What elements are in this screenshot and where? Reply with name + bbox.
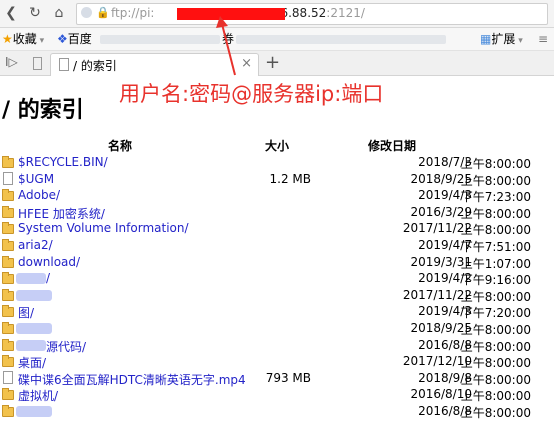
file-link[interactable]: 图/ — [18, 304, 34, 321]
table-row: 桌面/2017/12/10 上午8:00:00 — [0, 353, 554, 370]
folder-icon — [2, 322, 14, 334]
file-time: 上午8:00:00 — [460, 372, 531, 387]
file-time: 下午7:20:00 — [460, 306, 531, 321]
file-link[interactable]: $UGM — [18, 172, 54, 186]
arrow-annotation — [216, 16, 236, 76]
file-time: 上午8:00:00 — [460, 356, 531, 371]
folder-icon — [2, 305, 14, 318]
file-size: 793 MB — [265, 370, 311, 385]
file-time: 上午8:00:00 — [460, 206, 531, 221]
column-modified[interactable]: 修改日期 — [368, 137, 416, 154]
table-row: 2018/9/25 上午8:00:00 — [0, 320, 554, 337]
folder-icon — [2, 272, 14, 285]
file-link[interactable]: 虚拟机/ — [18, 387, 58, 404]
file-time: 上午8:00:00 — [460, 173, 531, 188]
table-row: /2019/4/2 下午9:16:00 — [0, 270, 554, 287]
file-link[interactable]: $RECYCLE.BIN/ — [18, 155, 108, 169]
table-row: 虚拟机/2016/8/10 上午8:00:00 — [0, 386, 554, 403]
column-name[interactable]: 名称 — [108, 137, 132, 154]
table-row: download/2019/3/31 上午1:07:00 — [0, 254, 554, 271]
table-row: System Volume Information/2017/11/22 上午8:… — [0, 220, 554, 237]
table-row: HFEE 加密系统/2016/3/29 上午8:00:00 — [0, 204, 554, 221]
file-time: 上午8:00:00 — [460, 323, 531, 337]
folder-icon — [2, 156, 14, 168]
file-time: 上午8:00:00 — [460, 406, 531, 420]
file-time: 下午7:51:00 — [460, 240, 531, 254]
file-link[interactable]: HFEE 加密系统/ — [18, 205, 105, 222]
file-link[interactable]: download/ — [18, 255, 80, 269]
file-link[interactable]: 源代码/ — [46, 338, 86, 355]
file-time: 下午7:23:00 — [460, 190, 531, 205]
file-link[interactable]: aria2/ — [18, 238, 53, 252]
file-link[interactable]: / — [46, 271, 50, 285]
file-time: 上午8:00:00 — [460, 157, 531, 171]
file-link[interactable]: Adobe/ — [18, 188, 60, 202]
file-icon — [3, 171, 13, 185]
table-row: 2016/8/8 上午8:00:00 — [0, 403, 554, 420]
file-time: 上午8:00:00 — [460, 289, 531, 304]
folder-icon — [2, 255, 14, 268]
file-link[interactable]: 桌面/ — [18, 354, 46, 371]
folder-icon — [2, 355, 14, 368]
table-row: 图/2019/4/3 下午7:20:00 — [0, 303, 554, 320]
folder-icon — [2, 239, 14, 251]
blurred-name — [16, 406, 52, 417]
folder-icon — [2, 205, 14, 218]
blurred-name — [16, 289, 52, 301]
folder-icon — [2, 288, 14, 301]
table-row: $RECYCLE.BIN/2018/7/3 上午8:00:00 — [0, 154, 554, 171]
table-row: 碟中谍6全面瓦解HDTC清晰英语无字.mp4 793 MB 2018/9/8 上午8:… — [0, 370, 554, 387]
file-link[interactable]: 碟中谍6全面瓦解HDTC清晰英语无字.mp4 — [18, 371, 246, 388]
file-icon — [3, 370, 13, 384]
file-link[interactable]: System Volume Information/ — [18, 221, 189, 235]
folder-icon — [2, 338, 14, 351]
table-row: 源代码/2016/8/8 上午8:00:00 — [0, 337, 554, 354]
file-time: 上午8:00:00 — [460, 339, 531, 354]
folder-icon — [2, 222, 14, 235]
file-time: 下午9:16:00 — [460, 273, 531, 288]
table-row: aria2/2019/4/7 下午7:51:00 — [0, 237, 554, 254]
file-time: 上午1:07:00 — [460, 256, 531, 271]
table-row: $UGM 1.2 MB 2018/9/25 上午8:00:00 — [0, 171, 554, 188]
column-size[interactable]: 大小 — [265, 137, 289, 154]
table-row: Adobe/2019/4/3 下午7:23:00 — [0, 187, 554, 204]
blurred-name — [16, 273, 46, 285]
blurred-name — [16, 339, 46, 351]
folder-icon — [2, 189, 14, 202]
file-time: 上午8:00:00 — [460, 389, 531, 404]
folder-icon — [2, 388, 14, 401]
table-row: 2017/11/22 上午8:00:00 — [0, 287, 554, 304]
blurred-name — [16, 323, 52, 334]
file-time: 上午8:00:00 — [460, 223, 531, 238]
file-size: 1.2 MB — [269, 171, 311, 186]
folder-icon — [2, 405, 14, 417]
column-headers: 名称 大小 修改日期 — [0, 137, 554, 153]
